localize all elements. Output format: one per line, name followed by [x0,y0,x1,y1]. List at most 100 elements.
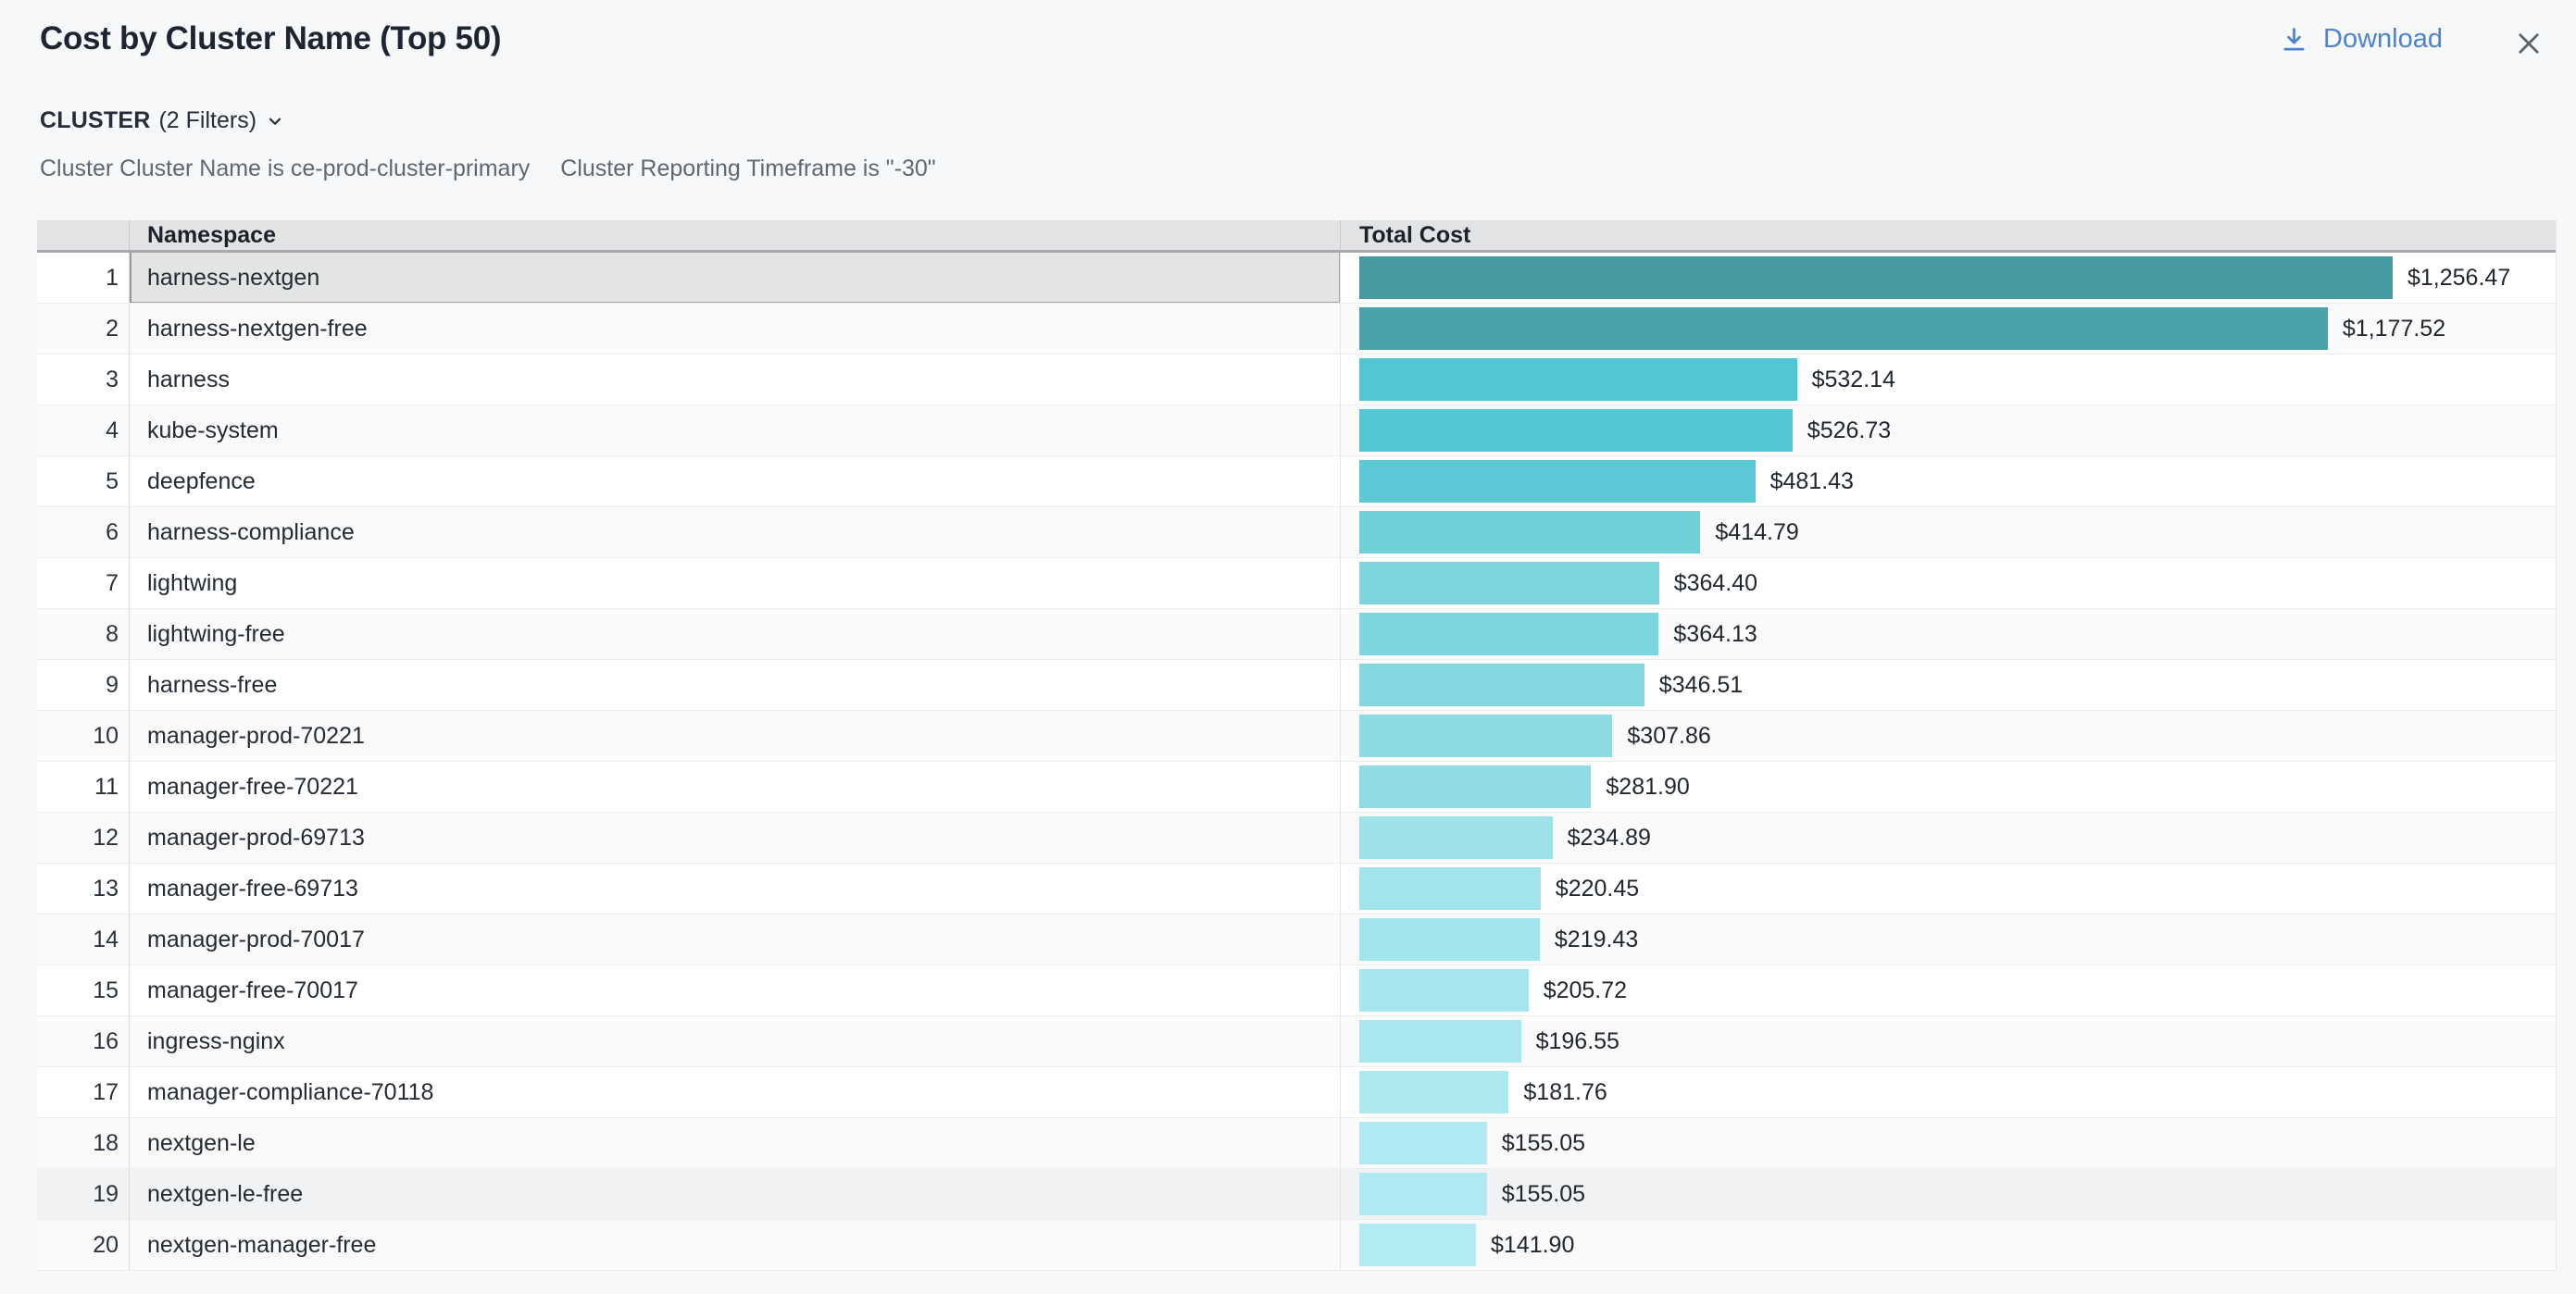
namespace-cell[interactable]: harness-compliance [130,507,1341,557]
filter-group-label: CLUSTER [40,107,150,134]
namespace-cell[interactable]: harness-nextgen [130,253,1341,303]
page-title: Cost by Cluster Name (Top 50) [40,20,501,57]
row-number: 16 [37,1016,130,1066]
namespace-cell[interactable]: nextgen-le-free [130,1169,1341,1219]
cost-value-label: $220.45 [1556,876,1639,902]
table-row[interactable]: 11 manager-free-70221 $281.90 [37,762,2556,813]
column-header-total-cost[interactable]: Total Cost [1341,220,2556,250]
table-row[interactable]: 8 lightwing-free $364.13 [37,609,2556,660]
total-cost-cell: $141.90 [1341,1220,2556,1270]
download-button[interactable]: Download [2280,24,2443,55]
cost-by-cluster-panel: Cost by Cluster Name (Top 50) Download C… [0,0,2576,1294]
namespace-cell[interactable]: kube-system [130,405,1341,455]
table-row[interactable]: 10 manager-prod-70221 $307.86 [37,711,2556,762]
row-number: 20 [37,1220,130,1270]
cluster-filters-dropdown[interactable]: CLUSTER (2 Filters) [40,107,285,134]
row-number: 1 [37,253,130,303]
cost-bar [1359,613,1658,655]
table-row[interactable]: 20 nextgen-manager-free $141.90 [37,1220,2556,1271]
total-cost-cell: $414.79 [1341,507,2556,557]
namespace-cell[interactable]: manager-prod-70017 [130,915,1341,964]
table-row[interactable]: 14 manager-prod-70017 $219.43 [37,915,2556,965]
cost-bar [1359,969,1529,1012]
table-row[interactable]: 12 manager-prod-69713 $234.89 [37,813,2556,864]
table-header-row: Namespace Total Cost [37,220,2556,253]
total-cost-cell: $181.76 [1341,1067,2556,1117]
total-cost-cell: $364.13 [1341,609,2556,659]
cost-value-label: $181.76 [1523,1079,1607,1106]
table-row[interactable]: 15 manager-free-70017 $205.72 [37,965,2556,1016]
close-button[interactable] [2507,22,2550,65]
row-number: 15 [37,965,130,1015]
namespace-cell[interactable]: lightwing [130,558,1341,608]
total-cost-cell: $281.90 [1341,762,2556,812]
table-row[interactable]: 2 harness-nextgen-free $1,177.52 [37,304,2556,355]
table-row[interactable]: 16 ingress-nginx $196.55 [37,1016,2556,1067]
total-cost-cell: $196.55 [1341,1016,2556,1066]
row-number: 2 [37,304,130,354]
table-row[interactable]: 5 deepfence $481.43 [37,456,2556,507]
cost-value-label: $307.86 [1627,723,1710,750]
table-row[interactable]: 3 harness $532.14 [37,355,2556,405]
close-icon [2513,28,2545,59]
namespace-cell[interactable]: manager-free-70221 [130,762,1341,812]
total-cost-cell: $307.86 [1341,711,2556,761]
table-row[interactable]: 17 manager-compliance-70118 $181.76 [37,1067,2556,1118]
cost-bar [1359,562,1659,604]
total-cost-cell: $526.73 [1341,405,2556,455]
row-number: 5 [37,456,130,506]
applied-filter-timeframe: Cluster Reporting Timeframe is "-30" [560,156,935,182]
cost-value-label: $481.43 [1770,468,1854,495]
table-row[interactable]: 18 nextgen-le $155.05 [37,1118,2556,1169]
table-row[interactable]: 13 manager-free-69713 $220.45 [37,864,2556,915]
total-cost-cell: $155.05 [1341,1118,2556,1168]
namespace-cell[interactable]: deepfence [130,456,1341,506]
cost-bar [1359,867,1541,910]
cost-value-label: $155.05 [1502,1181,1585,1208]
cost-value-label: $1,256.47 [2407,265,2510,292]
cost-bar [1359,256,2393,299]
namespace-cell[interactable]: nextgen-le [130,1118,1341,1168]
row-number-header [37,220,130,250]
table-row[interactable]: 19 nextgen-le-free $155.05 [37,1169,2556,1220]
cost-value-label: $532.14 [1812,367,1895,393]
row-number: 9 [37,660,130,710]
total-cost-cell: $532.14 [1341,355,2556,404]
total-cost-cell: $205.72 [1341,965,2556,1015]
namespace-cell[interactable]: lightwing-free [130,609,1341,659]
namespace-cell[interactable]: manager-prod-69713 [130,813,1341,863]
row-number: 19 [37,1169,130,1219]
namespace-cell[interactable]: manager-prod-70221 [130,711,1341,761]
row-number: 11 [37,762,130,812]
cost-value-label: $346.51 [1659,672,1743,699]
cost-bar [1359,664,1644,706]
cost-bar [1359,1173,1487,1215]
row-number: 8 [37,609,130,659]
table-row[interactable]: 9 harness-free $346.51 [37,660,2556,711]
table-row[interactable]: 1 harness-nextgen $1,256.47 [37,253,2556,304]
row-number: 13 [37,864,130,914]
namespace-cell[interactable]: harness-free [130,660,1341,710]
namespace-cell[interactable]: manager-free-70017 [130,965,1341,1015]
table-row[interactable]: 6 harness-compliance $414.79 [37,507,2556,558]
table-row[interactable]: 4 kube-system $526.73 [37,405,2556,456]
column-header-namespace[interactable]: Namespace [130,220,1341,250]
table-row[interactable]: 7 lightwing $364.40 [37,558,2556,609]
namespace-cell[interactable]: harness [130,355,1341,404]
cost-value-label: $1,177.52 [2343,316,2445,342]
cost-bar [1359,409,1793,452]
row-number: 10 [37,711,130,761]
download-label: Download [2323,24,2443,55]
cost-table: Namespace Total Cost 1 harness-nextgen $… [37,220,2557,1271]
namespace-cell[interactable]: manager-free-69713 [130,864,1341,914]
cost-bar [1359,1224,1476,1266]
namespace-cell[interactable]: nextgen-manager-free [130,1220,1341,1270]
cost-value-label: $155.05 [1502,1130,1585,1157]
total-cost-cell: $219.43 [1341,915,2556,964]
row-number: 12 [37,813,130,863]
namespace-cell[interactable]: ingress-nginx [130,1016,1341,1066]
cost-value-label: $364.13 [1673,621,1757,648]
cost-bar [1359,1071,1508,1114]
namespace-cell[interactable]: manager-compliance-70118 [130,1067,1341,1117]
namespace-cell[interactable]: harness-nextgen-free [130,304,1341,354]
